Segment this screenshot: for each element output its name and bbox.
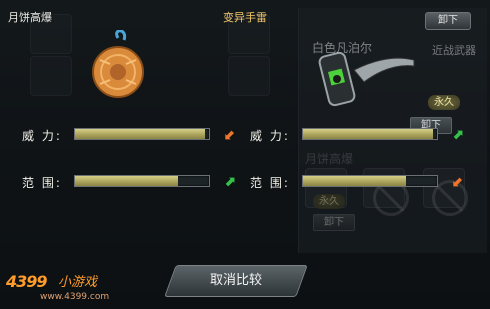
left-power-fill (75, 129, 205, 139)
right-item-name: 白色凡泊尔 (312, 41, 373, 55)
compare-overlay (0, 0, 490, 309)
right-power-fill (303, 129, 433, 139)
right-power-label: 威 力: (250, 129, 290, 143)
mutant-grenade-icon (318, 51, 415, 107)
right-range-label: 范 围: (250, 176, 290, 190)
game-screen: 月饼高爆 永久 卸下 月饼高爆 变异手雷 卸下 白色凡泊尔 近战武器 永久 卸下… (0, 0, 490, 309)
durability-badge: 永久 (428, 95, 460, 110)
up-arrow-icon: ⬈ (452, 127, 464, 143)
right-range-bar (302, 175, 438, 187)
cancel-compare-button[interactable]: 取消比较 (164, 265, 308, 297)
left-power-label: 威 力: (22, 129, 62, 143)
logo-suffix: 小游戏 (58, 275, 98, 290)
compare-window-title: 变异手雷 (223, 11, 267, 24)
unequip-button[interactable]: 卸下 (425, 12, 471, 30)
logo-url: www.4399.com (40, 292, 110, 302)
left-range-fill (75, 176, 179, 186)
left-range-bar (74, 175, 210, 187)
right-power-bar (302, 128, 438, 140)
down-arrow-icon: ⬋ (452, 174, 464, 190)
cancel-compare-label: 取消比较 (209, 273, 262, 288)
left-range-label: 范 围: (22, 176, 62, 190)
left-power-bar (74, 128, 210, 140)
mooncake-grenade-icon (92, 30, 144, 98)
logo-4399: 4399 (6, 272, 48, 291)
right-item-type: 近战武器 (432, 44, 476, 57)
up-arrow-icon: ⬈ (224, 174, 236, 190)
right-range-fill (303, 176, 407, 186)
down-arrow-icon: ⬋ (224, 127, 236, 143)
